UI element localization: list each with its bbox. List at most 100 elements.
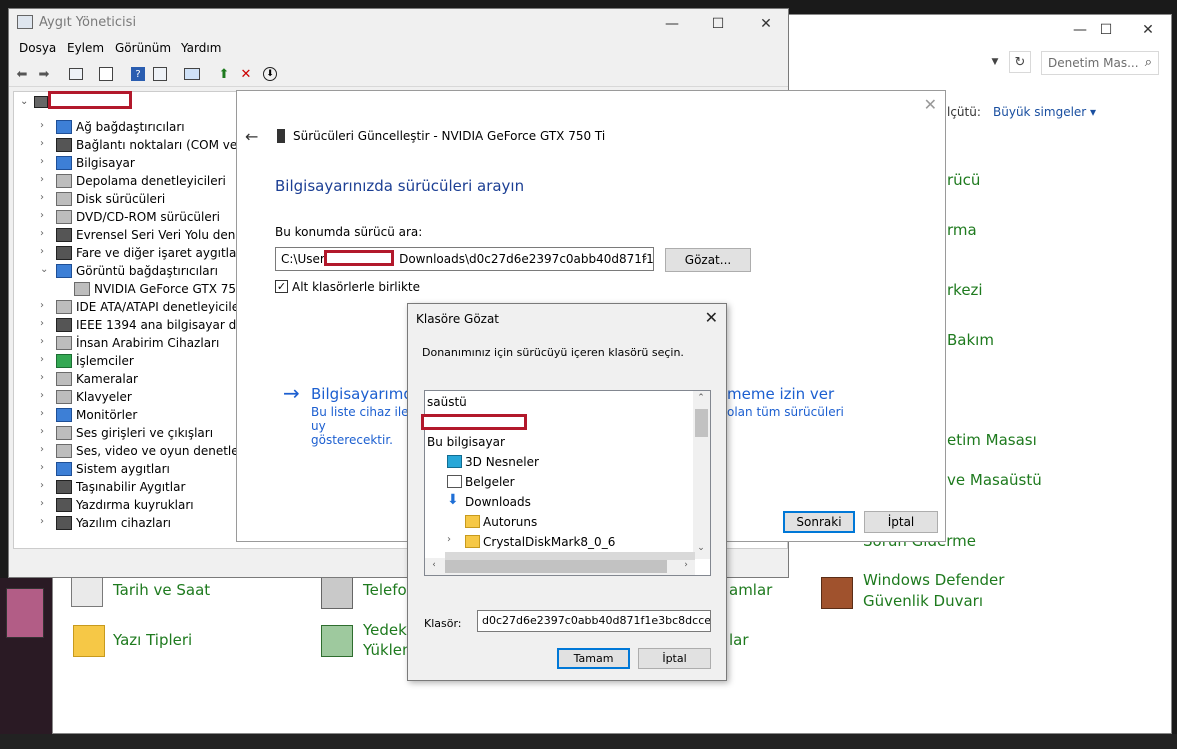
chevron-down-icon[interactable]: ⌄	[40, 264, 50, 275]
refresh-icon[interactable]: ↻	[1009, 51, 1031, 73]
chevron-right-icon[interactable]: ›	[447, 534, 451, 545]
folder-path-input[interactable]: d0c27d6e2397c0abb40d871f1e3bc8dccef1d63	[477, 610, 711, 632]
action-pane-icon[interactable]	[151, 65, 169, 83]
chevron-right-icon[interactable]: ›	[40, 120, 50, 131]
vertical-scrollbar[interactable]: ⌃ ⌄	[693, 391, 710, 559]
chevron-right-icon[interactable]: ›	[40, 462, 50, 473]
menu-help[interactable]: Yardım	[181, 41, 221, 55]
properties-icon[interactable]	[97, 65, 115, 83]
menu-action[interactable]: Eylem	[67, 41, 104, 55]
pick-from-list-link[interactable]: Bilgisayarımda	[311, 385, 422, 403]
tree-item[interactable]: › Taşınabilir Aygıtlar	[14, 478, 249, 496]
show-hide-console-tree-icon[interactable]	[67, 65, 85, 83]
tree-root-chevron-icon[interactable]: ⌄	[20, 96, 28, 107]
tree-item[interactable]: › Evrensel Seri Veri Yolu denetleyicileri	[14, 226, 249, 244]
chevron-right-icon[interactable]: ›	[40, 390, 50, 401]
maximize-icon[interactable]: ☐	[1083, 15, 1129, 45]
scan-hardware-icon[interactable]	[183, 65, 201, 83]
chevron-right-icon[interactable]: ›	[40, 372, 50, 383]
tree-item[interactable]: › Monitörler	[14, 406, 249, 424]
dm-close-icon[interactable]: ✕	[743, 9, 789, 39]
chevron-right-icon[interactable]: ›	[40, 426, 50, 437]
chevron-right-icon[interactable]: ›	[40, 210, 50, 221]
chevron-right-icon[interactable]: ›	[40, 408, 50, 419]
menu-view[interactable]: Görünüm	[115, 41, 171, 55]
address-dropdown-icon[interactable]: ▼	[985, 51, 1005, 73]
chevron-right-icon[interactable]: ›	[40, 354, 50, 365]
cp-link-date-time[interactable]: Tarih ve Saat	[113, 581, 210, 599]
menu-file[interactable]: Dosya	[19, 41, 56, 55]
chevron-right-icon[interactable]: ›	[40, 318, 50, 329]
tree-item[interactable]: › DVD/CD-ROM sürücüleri	[14, 208, 249, 226]
scroll-left-icon[interactable]: ‹	[427, 560, 441, 570]
chevron-right-icon[interactable]: ›	[40, 174, 50, 185]
vertical-scroll-thumb[interactable]	[695, 409, 708, 437]
chevron-right-icon[interactable]: ›	[40, 246, 50, 257]
bf-cancel-button[interactable]: İptal	[638, 648, 711, 669]
tree-item[interactable]: ⌄ Görüntü bağdaştırıcıları	[14, 262, 249, 280]
tree-item[interactable]: › Ses, video ve oyun denetleyicileri	[14, 442, 249, 460]
tree-item[interactable]: › Yazdırma kuyrukları	[14, 496, 249, 514]
chevron-right-icon[interactable]: ›	[40, 480, 50, 491]
cp-link-phone[interactable]: Telefo	[363, 581, 407, 599]
scroll-down-icon[interactable]: ⌄	[694, 543, 708, 553]
chevron-right-icon[interactable]: ›	[40, 498, 50, 509]
cp-link-5[interactable]: etim Masası	[947, 431, 1037, 449]
view-by-dropdown[interactable]: Büyük simgeler ▾	[993, 105, 1096, 119]
forward-icon[interactable]: ➡	[35, 65, 53, 83]
horizontal-scroll-thumb[interactable]	[445, 560, 667, 573]
cp-link-6[interactable]: ve Masaüstü	[947, 471, 1042, 489]
tree-item[interactable]: › Ses girişleri ve çıkışları	[14, 424, 249, 442]
dm-maximize-icon[interactable]: ☐	[695, 9, 741, 39]
cp-link-programs[interactable]: amlar	[729, 581, 772, 599]
tree-item[interactable]: › IDE ATA/ATAPI denetleyiciler	[14, 298, 249, 316]
tree-item[interactable]: › İnsan Arabirim Cihazları	[14, 334, 249, 352]
tree-item[interactable]: › Klavyeler	[14, 388, 249, 406]
cp-link-2[interactable]: rma	[947, 221, 977, 239]
bf-close-icon[interactable]: ✕	[705, 308, 718, 327]
dm-minimize-icon[interactable]: —	[649, 9, 695, 39]
tree-item[interactable]: › Bilgisayar	[14, 154, 249, 172]
chevron-right-icon[interactable]: ›	[40, 300, 50, 311]
folder-item-clipped[interactable]	[445, 552, 695, 560]
update-driver-icon[interactable]: ⬇	[261, 65, 279, 83]
tree-item[interactable]: NVIDIA GeForce GTX 750 Ti	[14, 280, 244, 298]
chevron-right-icon[interactable]: ›	[40, 516, 50, 527]
tree-item[interactable]: › Kameralar	[14, 370, 249, 388]
scroll-up-icon[interactable]: ⌃	[694, 393, 708, 403]
help-icon[interactable]: ?	[129, 65, 147, 83]
back-icon[interactable]: ⬅	[13, 65, 31, 83]
chevron-right-icon[interactable]: ›	[40, 228, 50, 239]
tree-item[interactable]: › Depolama denetleyicileri	[14, 172, 249, 190]
cp-link-defender-line1[interactable]: Windows Defender	[863, 571, 1004, 589]
cp-link-tail[interactable]: lar	[729, 631, 749, 649]
ud-cancel-button[interactable]: İptal	[864, 511, 938, 533]
tree-item[interactable]: › Disk sürücüleri	[14, 190, 249, 208]
control-panel-search-input[interactable]: Denetim Mas... ⌕	[1041, 51, 1159, 75]
chevron-right-icon[interactable]: ›	[40, 156, 50, 167]
close-icon[interactable]: ✕	[1125, 15, 1171, 45]
tree-item[interactable]: › İşlemciler	[14, 352, 249, 370]
cp-link-3[interactable]: rkezi	[947, 281, 983, 299]
chevron-right-icon[interactable]: ›	[40, 336, 50, 347]
next-button[interactable]: Sonraki	[783, 511, 855, 533]
add-driver-icon[interactable]: ⬆	[215, 65, 233, 83]
ud-close-icon[interactable]: ✕	[924, 95, 937, 114]
cp-link-fonts[interactable]: Yazı Tipleri	[113, 631, 192, 649]
tree-item[interactable]: › Sistem aygıtları	[14, 460, 249, 478]
chevron-right-icon[interactable]: ›	[40, 192, 50, 203]
chevron-right-icon[interactable]: ›	[40, 138, 50, 149]
scroll-right-icon[interactable]: ›	[679, 560, 693, 570]
pick-from-list-link-tail[interactable]: meme izin ver	[727, 385, 834, 403]
tree-item[interactable]: › Bağlantı noktaları (COM ve LPT)	[14, 136, 249, 154]
tree-item[interactable]: › Fare ve diğer işaret aygıtları	[14, 244, 249, 262]
cp-link-backup-line2[interactable]: Yüklen	[363, 641, 412, 659]
chevron-right-icon[interactable]: ›	[40, 444, 50, 455]
tree-item[interactable]: › Yazılım cihazları	[14, 514, 249, 532]
uninstall-icon[interactable]: ✕	[237, 65, 255, 83]
cp-link-defender-line2[interactable]: Güvenlik Duvarı	[863, 592, 983, 610]
include-subfolders-checkbox[interactable]: ✓	[275, 280, 288, 293]
horizontal-scrollbar[interactable]: ‹ ›	[425, 558, 695, 575]
cp-link-backup-line1[interactable]: Yedekl	[363, 621, 411, 639]
cp-link-1[interactable]: rücü	[947, 171, 980, 189]
